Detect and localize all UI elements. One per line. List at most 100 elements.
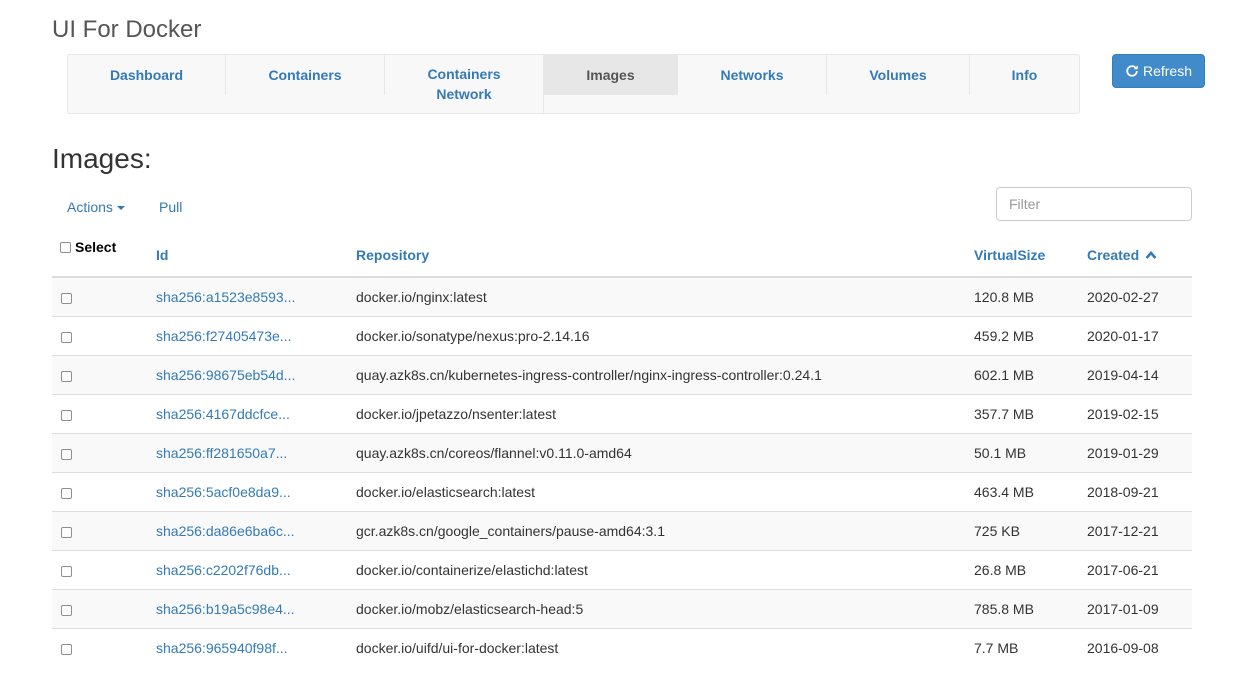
image-id-link[interactable]: sha256:a1523e8593... [156,289,295,305]
virtual-size-cell: 26.8 MB [974,550,1087,590]
created-cell: 2019-04-14 [1087,355,1192,395]
page-title: Images: [52,143,152,174]
created-header-label: Created [1087,246,1140,263]
refresh-label: Refresh [1142,63,1193,79]
virtual-size-cell: 463.4 MB [974,472,1087,512]
row-checkbox[interactable] [61,331,72,343]
row-select-cell [52,628,156,667]
table-row: sha256:c2202f76db... docker.io/containeri… [52,550,1192,590]
nav-images[interactable]: Images [544,55,678,95]
nav-info[interactable]: Info [970,55,1079,95]
virtual-size-cell: 459.2 MB [974,316,1087,356]
sort-created-link[interactable]: Created [1087,247,1157,263]
image-id-link[interactable]: sha256:965940f98f... [156,640,288,656]
row-select-cell [52,355,156,395]
repository-cell: quay.azk8s.cn/coreos/flannel:v0.11.0-amd… [356,433,974,473]
row-checkbox[interactable] [61,370,72,382]
main-nav: Dashboard Containers Containers Network … [67,54,1080,114]
virtual-size-cell: 602.1 MB [974,355,1087,395]
table-row: sha256:98675eb54d... quay.azk8s.cn/kubern… [52,355,1192,395]
image-id-link[interactable]: sha256:5acf0e8da9... [156,484,291,500]
sort-repository-link[interactable]: Repository [356,247,429,263]
row-checkbox[interactable] [61,409,72,421]
created-cell: 2019-02-15 [1087,394,1192,434]
images-table: Select Id Repository VirtualSize Created… [52,233,1192,667]
created-cell: 2019-01-29 [1087,433,1192,473]
actions-dropdown[interactable]: Actions [67,199,125,215]
nav-networks[interactable]: Networks [678,55,827,95]
image-id-link[interactable]: sha256:f27405473e... [156,328,291,344]
row-checkbox[interactable] [61,487,72,499]
created-cell: 2020-01-17 [1087,316,1192,356]
row-select-cell [52,550,156,590]
virtual-size-cell: 785.8 MB [974,589,1087,629]
sort-virtual-size-link[interactable]: VirtualSize [974,247,1045,263]
filter-input[interactable] [996,187,1192,221]
id-cell: sha256:f27405473e... [156,316,356,356]
id-cell: sha256:5acf0e8da9... [156,472,356,512]
virtual-size-cell: 7.7 MB [974,628,1087,667]
row-select-cell [52,394,156,434]
virtual-size-header: VirtualSize [974,233,1087,278]
repository-cell: docker.io/containerize/elastichd:latest [356,550,974,590]
id-cell: sha256:da86e6ba6c... [156,511,356,551]
image-id-link[interactable]: sha256:98675eb54d... [156,367,295,383]
nav-dashboard[interactable]: Dashboard [68,55,226,95]
image-id-link[interactable]: sha256:4167ddcfce... [156,406,290,422]
image-id-link[interactable]: sha256:ff281650a7... [156,445,287,461]
row-select-cell [52,589,156,629]
row-checkbox[interactable] [61,604,72,616]
select-header: Select [52,233,156,278]
table-header-row: Select Id Repository VirtualSize Created [52,233,1192,278]
row-checkbox[interactable] [61,643,72,655]
row-select-cell [52,433,156,473]
id-cell: sha256:c2202f76db... [156,550,356,590]
created-cell: 2017-01-09 [1087,589,1192,629]
table-row: sha256:4167ddcfce... docker.io/jpetazzo/n… [52,394,1192,434]
sort-ascending-icon [1145,250,1157,259]
virtual-size-cell: 50.1 MB [974,433,1087,473]
table-row: sha256:5acf0e8da9... docker.io/elasticsea… [52,472,1192,512]
id-cell: sha256:ff281650a7... [156,433,356,473]
actions-label: Actions [67,199,113,215]
table-row: sha256:a1523e8593... docker.io/nginx:late… [52,276,1192,317]
virtual-size-cell: 120.8 MB [974,276,1087,317]
caret-down-icon [116,206,125,211]
image-id-link[interactable]: sha256:b19a5c98e4... [156,601,295,617]
row-checkbox[interactable] [61,448,72,460]
row-checkbox[interactable] [61,565,72,577]
image-id-link[interactable]: sha256:da86e6ba6c... [156,523,295,539]
virtual-size-cell: 725 KB [974,511,1087,551]
pull-link[interactable]: Pull [159,199,182,215]
select-all-checkbox[interactable] [60,242,71,253]
repository-cell: docker.io/jpetazzo/nsenter:latest [356,394,974,434]
created-cell: 2017-06-21 [1087,550,1192,590]
id-header: Id [156,233,356,278]
row-checkbox[interactable] [61,526,72,538]
nav-containers[interactable]: Containers [226,55,385,95]
table-row: sha256:ff281650a7... quay.azk8s.cn/coreos… [52,433,1192,473]
row-select-cell [52,316,156,356]
nav-volumes[interactable]: Volumes [827,55,970,95]
image-id-link[interactable]: sha256:c2202f76db... [156,562,291,578]
row-select-cell [52,472,156,512]
created-cell: 2017-12-21 [1087,511,1192,551]
row-select-cell [52,511,156,551]
nav-containers-network[interactable]: Containers Network [385,55,544,113]
sort-id-link[interactable]: Id [156,247,168,263]
row-checkbox[interactable] [61,292,72,304]
created-cell: 2020-02-27 [1087,276,1192,317]
refresh-button[interactable]: Refresh [1112,54,1205,88]
id-cell: sha256:b19a5c98e4... [156,589,356,629]
repository-cell: docker.io/nginx:latest [356,276,974,317]
id-cell: sha256:4167ddcfce... [156,394,356,434]
repository-cell: docker.io/sonatype/nexus:pro-2.14.16 [356,316,974,356]
table-row: sha256:da86e6ba6c... gcr.azk8s.cn/google_… [52,511,1192,551]
created-header: Created [1087,233,1192,278]
table-row: sha256:f27405473e... docker.io/sonatype/n… [52,316,1192,356]
repository-header: Repository [356,233,974,278]
repository-cell: docker.io/elasticsearch:latest [356,472,974,512]
id-cell: sha256:a1523e8593... [156,276,356,317]
id-cell: sha256:965940f98f... [156,628,356,667]
table-row: sha256:965940f98f... docker.io/uifd/ui-fo… [52,628,1192,667]
